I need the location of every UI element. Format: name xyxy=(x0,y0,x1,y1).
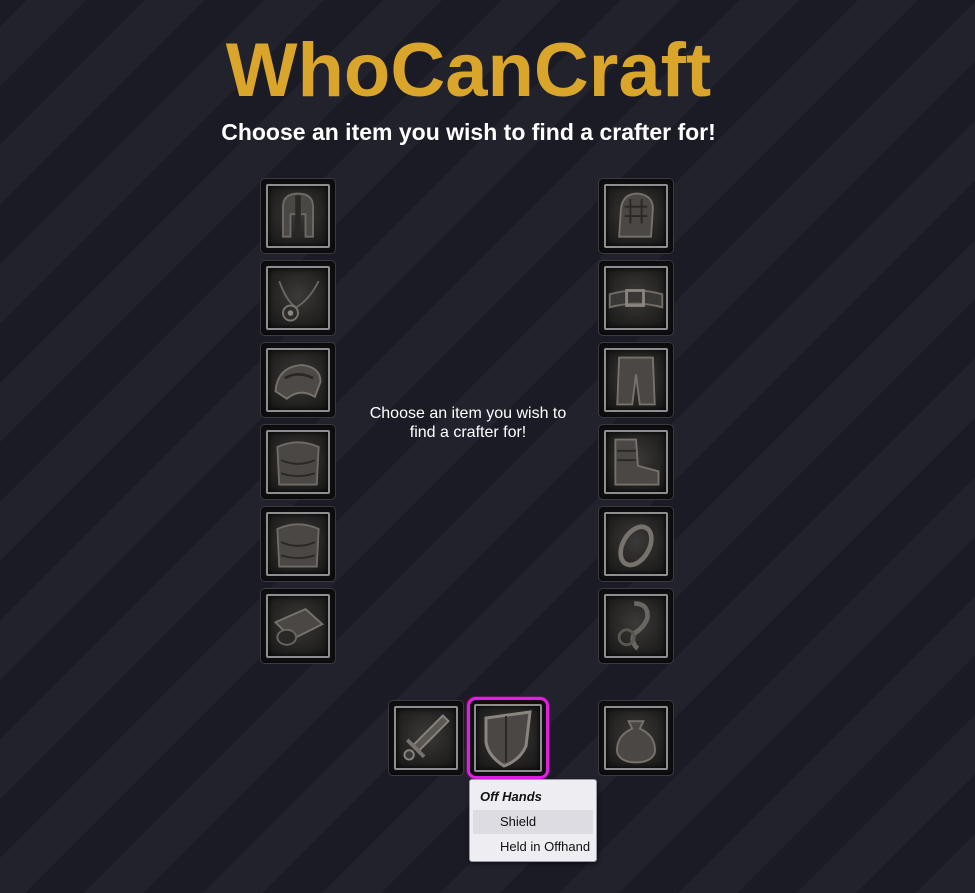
legs-icon xyxy=(604,348,668,412)
slot-ring[interactable] xyxy=(599,507,673,581)
page-subtitle: Choose an item you wish to find a crafte… xyxy=(221,119,716,145)
popup-header: Off Hands xyxy=(480,789,542,804)
boots-icon xyxy=(604,430,668,494)
chest-icon xyxy=(266,512,330,576)
page-title: WhoCanCraft xyxy=(225,28,712,113)
popup-option-held-in-offhand[interactable]: Held in Offhand xyxy=(473,835,593,859)
slot-boots[interactable] xyxy=(599,425,673,499)
slot-chest[interactable] xyxy=(261,507,335,581)
helmet-icon xyxy=(266,184,330,248)
bag-icon xyxy=(604,706,668,770)
slot-bag[interactable] xyxy=(599,701,673,775)
off-hand-popup: Off Hands Shield Held in Offhand xyxy=(469,779,597,862)
belt-icon xyxy=(604,266,668,330)
center-message: Choose an item you wish to find a crafte… xyxy=(369,405,567,441)
slot-belt[interactable] xyxy=(599,261,673,335)
slot-cloak[interactable] xyxy=(261,425,335,499)
main-hand-icon xyxy=(394,706,458,770)
slot-legs[interactable] xyxy=(599,343,673,417)
slot-wrist[interactable] xyxy=(261,589,335,663)
amulet-icon xyxy=(266,266,330,330)
slot-shoulders[interactable] xyxy=(261,343,335,417)
slot-helmet[interactable] xyxy=(261,179,335,253)
slot-main-hand[interactable] xyxy=(389,701,463,775)
slot-gloves[interactable] xyxy=(599,179,673,253)
slot-amulet[interactable] xyxy=(261,261,335,335)
slot-trinket[interactable] xyxy=(599,589,673,663)
cloak-icon xyxy=(266,430,330,494)
wrist-icon xyxy=(266,594,330,658)
off-hand-icon xyxy=(474,704,542,772)
slot-off-hand[interactable] xyxy=(467,697,549,779)
gloves-icon xyxy=(604,184,668,248)
shoulders-icon xyxy=(266,348,330,412)
popup-option-shield[interactable]: Shield xyxy=(473,810,593,834)
ring-icon xyxy=(604,512,668,576)
trinket-icon xyxy=(604,594,668,658)
